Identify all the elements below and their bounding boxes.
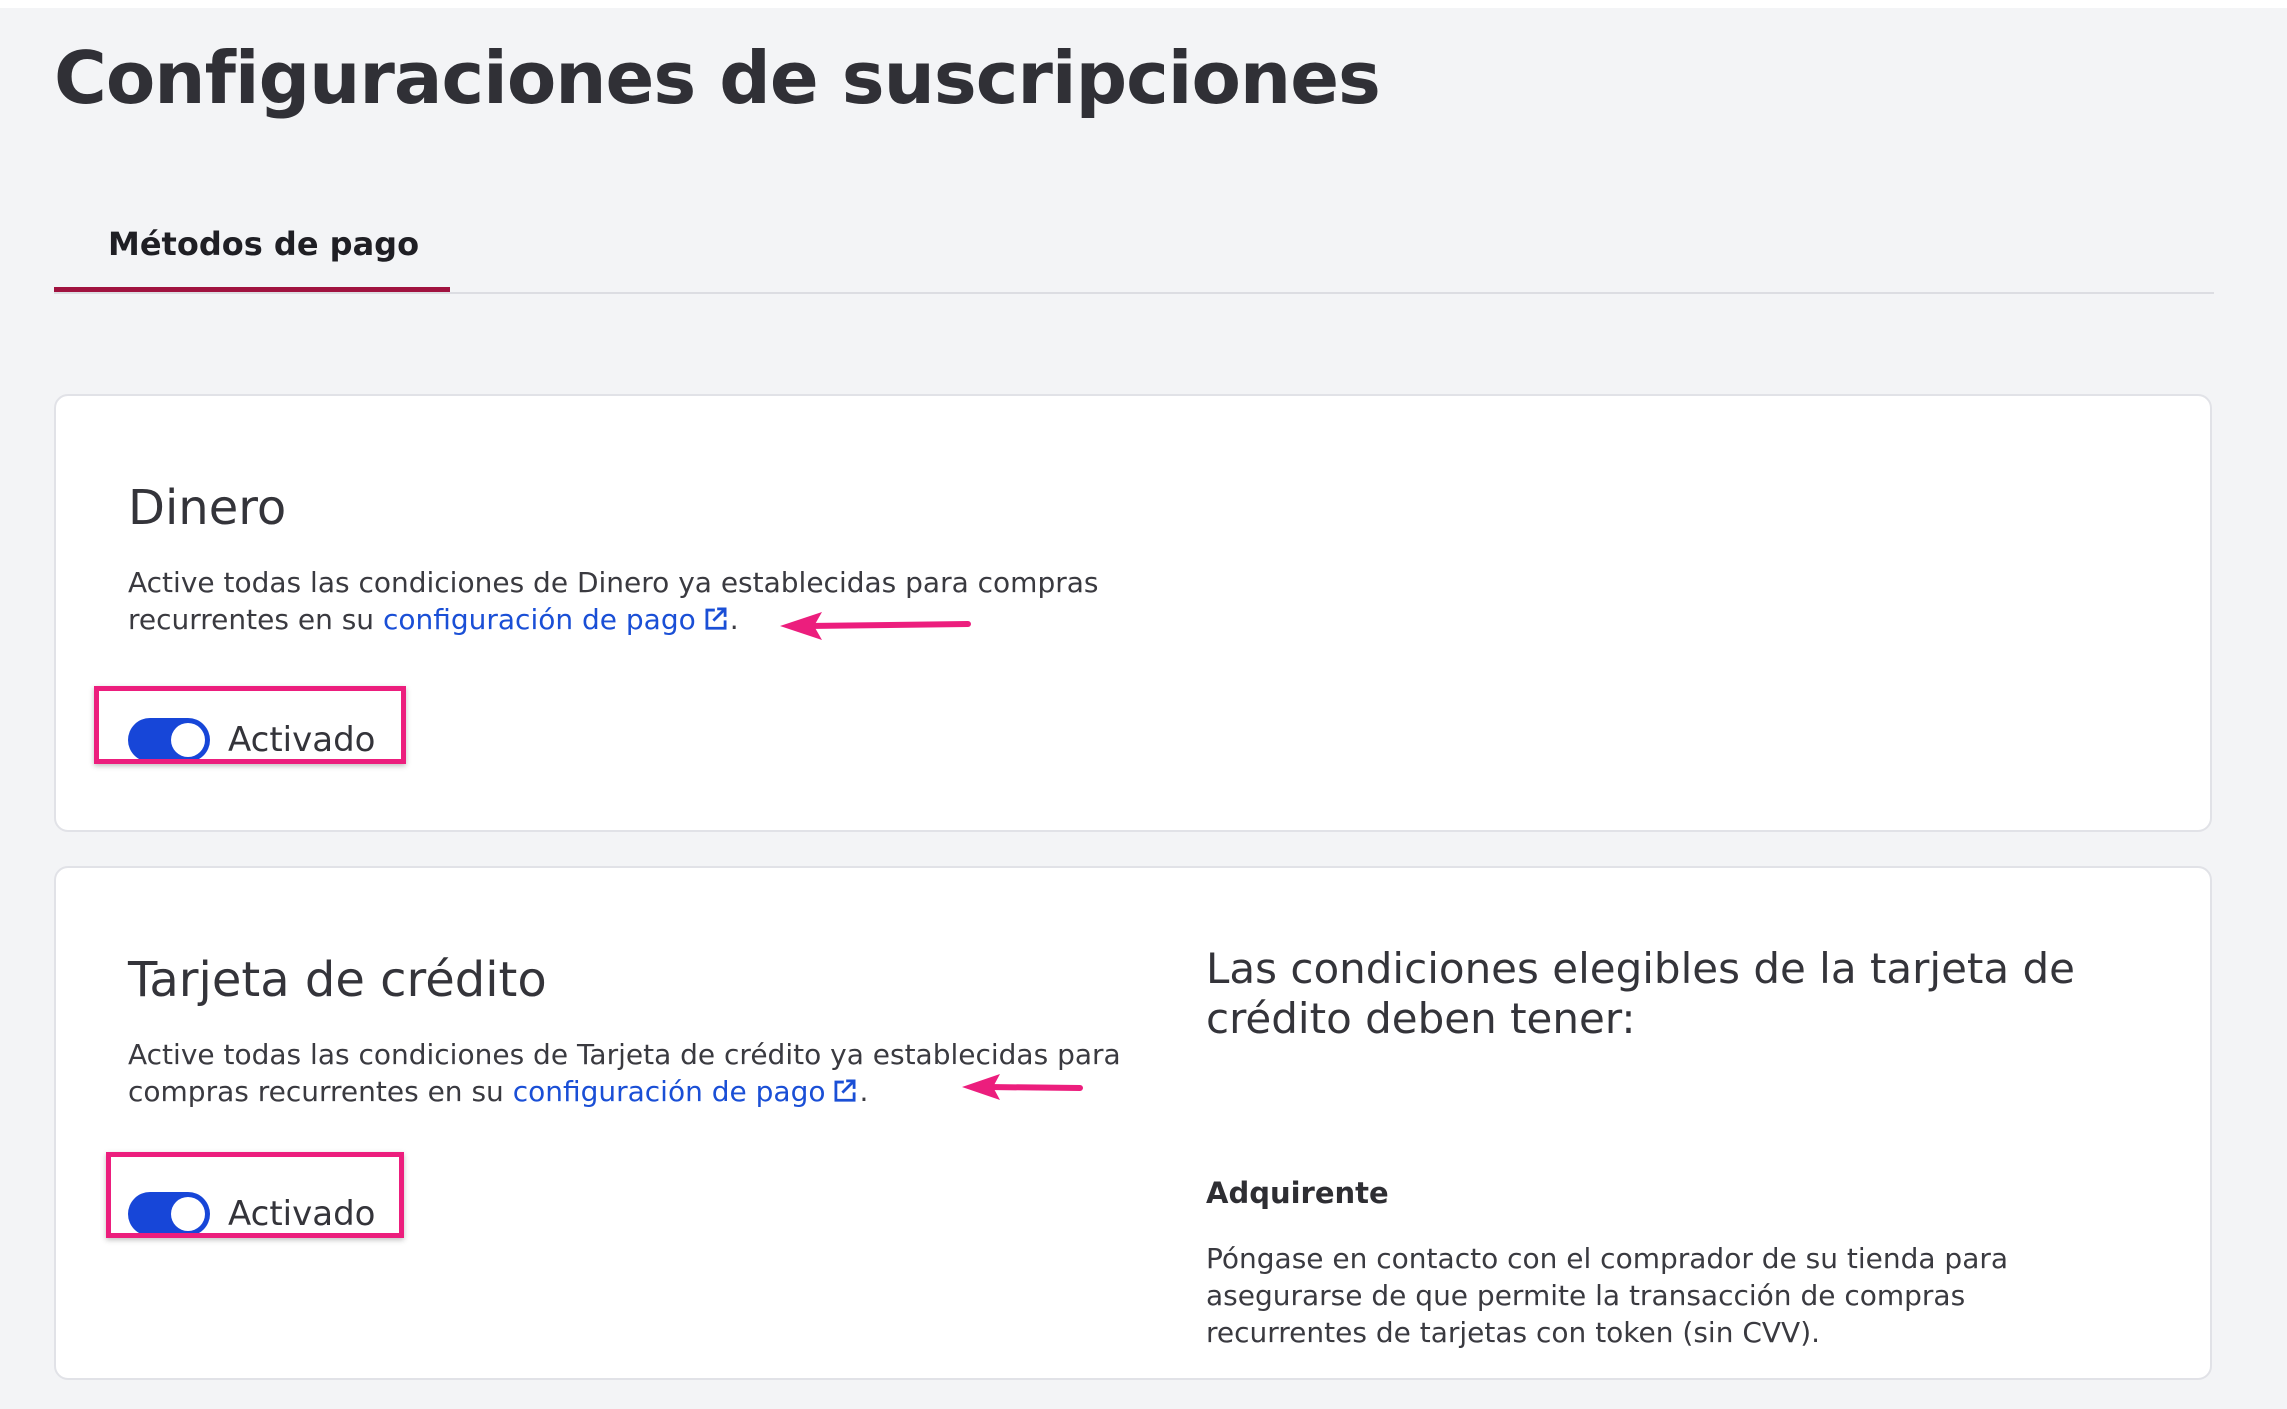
tarjeta-description-end: . [859, 1075, 869, 1108]
dinero-payment-settings-link[interactable]: configuración de pago [383, 603, 730, 636]
tarjeta-toggle-switch[interactable] [128, 1192, 210, 1236]
external-link-icon [705, 607, 727, 630]
tab-label: Métodos de pago [108, 225, 420, 263]
page-background: Configuraciones de suscripciones Métodos… [0, 8, 2287, 1409]
eligibility-body: Póngase en contacto con el comprador de … [1206, 1242, 2009, 1349]
dinero-link-text: configuración de pago [382, 603, 696, 636]
toggle-knob [171, 1197, 205, 1231]
tarjeta-card: Tarjeta de crédito Active todas las cond… [54, 866, 2212, 1380]
eligibility-subheading: Adquirente [1206, 1176, 1389, 1210]
page-title: Configuraciones de suscripciones [54, 36, 1381, 120]
tarjeta-payment-settings-link[interactable]: configuración de pago [513, 1075, 860, 1108]
external-link-icon [834, 1079, 856, 1102]
dinero-title: Dinero [128, 480, 287, 536]
tarjeta-link-text: configuración de pago [512, 1075, 826, 1108]
eligibility-heading: Las condiciones elegibles de la tarjeta … [1206, 944, 2075, 1043]
tarjeta-description: Active todas las condiciones de Tarjeta … [128, 1036, 1168, 1110]
dinero-toggle-switch[interactable] [128, 718, 210, 762]
dinero-description-end: . [729, 603, 739, 636]
tarjeta-toggle-label: Activado [228, 1194, 376, 1234]
dinero-description: Active todas las condiciones de Dinero y… [128, 564, 1168, 638]
tab-metodos-de-pago[interactable]: Métodos de pago [54, 204, 450, 292]
toggle-knob [171, 723, 205, 757]
dinero-toggle-label: Activado [228, 720, 376, 760]
tarjeta-title: Tarjeta de crédito [128, 952, 547, 1008]
dinero-card: Dinero Active todas las condiciones de D… [54, 394, 2212, 832]
eligibility-panel: Las condiciones elegibles de la tarjeta … [1206, 944, 2086, 1349]
tab-bar: Métodos de pago [54, 204, 2214, 294]
